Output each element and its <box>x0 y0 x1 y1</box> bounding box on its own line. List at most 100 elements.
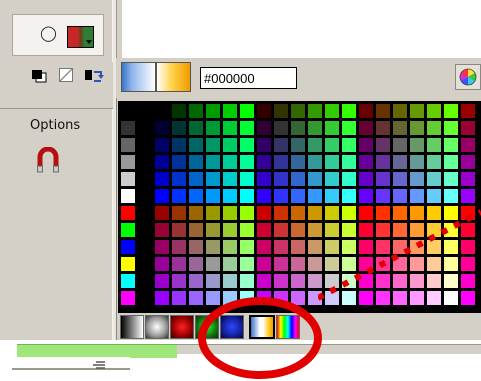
color-swatch[interactable] <box>460 154 476 170</box>
color-swatch[interactable] <box>358 103 374 119</box>
color-swatch[interactable] <box>171 103 187 119</box>
color-swatch[interactable] <box>409 103 425 119</box>
color-swatch[interactable] <box>188 222 204 238</box>
color-swatch[interactable] <box>154 290 170 306</box>
color-swatch[interactable] <box>290 171 306 187</box>
color-swatch[interactable] <box>154 188 170 204</box>
color-swatch[interactable] <box>205 222 221 238</box>
timeline-tab[interactable] <box>17 344 177 358</box>
color-swatch[interactable] <box>307 103 323 119</box>
color-swatch[interactable] <box>188 273 204 289</box>
color-swatch[interactable] <box>273 103 289 119</box>
color-swatch[interactable] <box>307 171 323 187</box>
color-swatch[interactable] <box>222 137 238 153</box>
color-swatch[interactable] <box>120 290 136 306</box>
color-swatch[interactable] <box>171 222 187 238</box>
color-swatch[interactable] <box>120 103 136 119</box>
color-swatch[interactable] <box>375 171 391 187</box>
color-swatch[interactable] <box>290 273 306 289</box>
color-swatch[interactable] <box>341 171 357 187</box>
color-swatch[interactable] <box>171 290 187 306</box>
color-swatch[interactable] <box>290 205 306 221</box>
color-swatch[interactable] <box>307 120 323 136</box>
color-swatch[interactable] <box>120 120 136 136</box>
gradient-swatch-black-white[interactable] <box>120 315 144 339</box>
gradient-swatch-radial-red[interactable] <box>170 315 194 339</box>
color-swatch[interactable] <box>273 256 289 272</box>
color-swatch[interactable] <box>273 171 289 187</box>
color-swatch[interactable] <box>256 137 272 153</box>
color-swatch[interactable] <box>375 137 391 153</box>
color-swatch[interactable] <box>273 239 289 255</box>
color-swatch[interactable] <box>205 137 221 153</box>
color-swatch[interactable] <box>120 256 136 272</box>
color-swatch[interactable] <box>205 256 221 272</box>
color-swatch[interactable] <box>409 120 425 136</box>
color-swatch[interactable] <box>205 120 221 136</box>
color-swatch[interactable] <box>358 171 374 187</box>
snap-magnet-icon[interactable] <box>37 147 59 173</box>
color-swatch[interactable] <box>137 188 153 204</box>
color-swatch[interactable] <box>443 154 459 170</box>
color-swatch[interactable] <box>460 188 476 204</box>
color-swatch[interactable] <box>392 120 408 136</box>
color-swatch[interactable] <box>273 205 289 221</box>
color-swatch[interactable] <box>324 154 340 170</box>
color-swatch[interactable] <box>273 222 289 238</box>
color-swatch[interactable] <box>443 137 459 153</box>
color-swatch[interactable] <box>392 137 408 153</box>
color-swatch[interactable] <box>137 222 153 238</box>
color-swatch[interactable] <box>171 188 187 204</box>
color-swatch[interactable] <box>239 239 255 255</box>
color-swatch[interactable] <box>409 137 425 153</box>
swap-colors-icon[interactable] <box>84 67 104 84</box>
color-swatch[interactable] <box>307 154 323 170</box>
color-swatch[interactable] <box>188 103 204 119</box>
color-swatch[interactable] <box>154 205 170 221</box>
color-swatch[interactable] <box>443 171 459 187</box>
color-swatch[interactable] <box>188 188 204 204</box>
color-swatch[interactable] <box>392 171 408 187</box>
color-swatch[interactable] <box>171 273 187 289</box>
color-swatch[interactable] <box>120 239 136 255</box>
color-swatch[interactable] <box>188 137 204 153</box>
gradient-preview-blue[interactable] <box>121 62 156 92</box>
color-swatch[interactable] <box>460 137 476 153</box>
color-swatch[interactable] <box>154 103 170 119</box>
gradient-preview-yellow[interactable] <box>156 62 191 92</box>
color-swatch[interactable] <box>341 137 357 153</box>
menu-icon[interactable] <box>92 361 106 371</box>
color-swatch[interactable] <box>154 154 170 170</box>
color-swatch[interactable] <box>137 290 153 306</box>
color-swatch[interactable] <box>341 103 357 119</box>
no-color-icon[interactable] <box>59 68 73 82</box>
color-swatch[interactable] <box>256 120 272 136</box>
color-swatch[interactable] <box>188 171 204 187</box>
color-swatch[interactable] <box>324 137 340 153</box>
color-swatch[interactable] <box>307 188 323 204</box>
color-swatch[interactable] <box>137 239 153 255</box>
color-swatch[interactable] <box>171 256 187 272</box>
color-swatch[interactable] <box>324 120 340 136</box>
color-swatch[interactable] <box>443 188 459 204</box>
color-swatch[interactable] <box>256 205 272 221</box>
color-swatch[interactable] <box>460 120 476 136</box>
color-swatch[interactable] <box>188 205 204 221</box>
color-swatch[interactable] <box>426 154 442 170</box>
color-swatch[interactable] <box>222 205 238 221</box>
color-swatch[interactable] <box>409 171 425 187</box>
color-swatch[interactable] <box>239 171 255 187</box>
color-swatch[interactable] <box>222 171 238 187</box>
color-swatch[interactable] <box>154 120 170 136</box>
color-swatch[interactable] <box>256 273 272 289</box>
color-swatch[interactable] <box>222 273 238 289</box>
color-swatch[interactable] <box>460 103 476 119</box>
color-swatch[interactable] <box>154 239 170 255</box>
color-swatch[interactable] <box>120 171 136 187</box>
color-swatch[interactable] <box>290 222 306 238</box>
color-swatch[interactable] <box>358 120 374 136</box>
color-swatch[interactable] <box>154 256 170 272</box>
color-swatch[interactable] <box>324 171 340 187</box>
color-swatch[interactable] <box>120 222 136 238</box>
color-swatch[interactable] <box>426 171 442 187</box>
